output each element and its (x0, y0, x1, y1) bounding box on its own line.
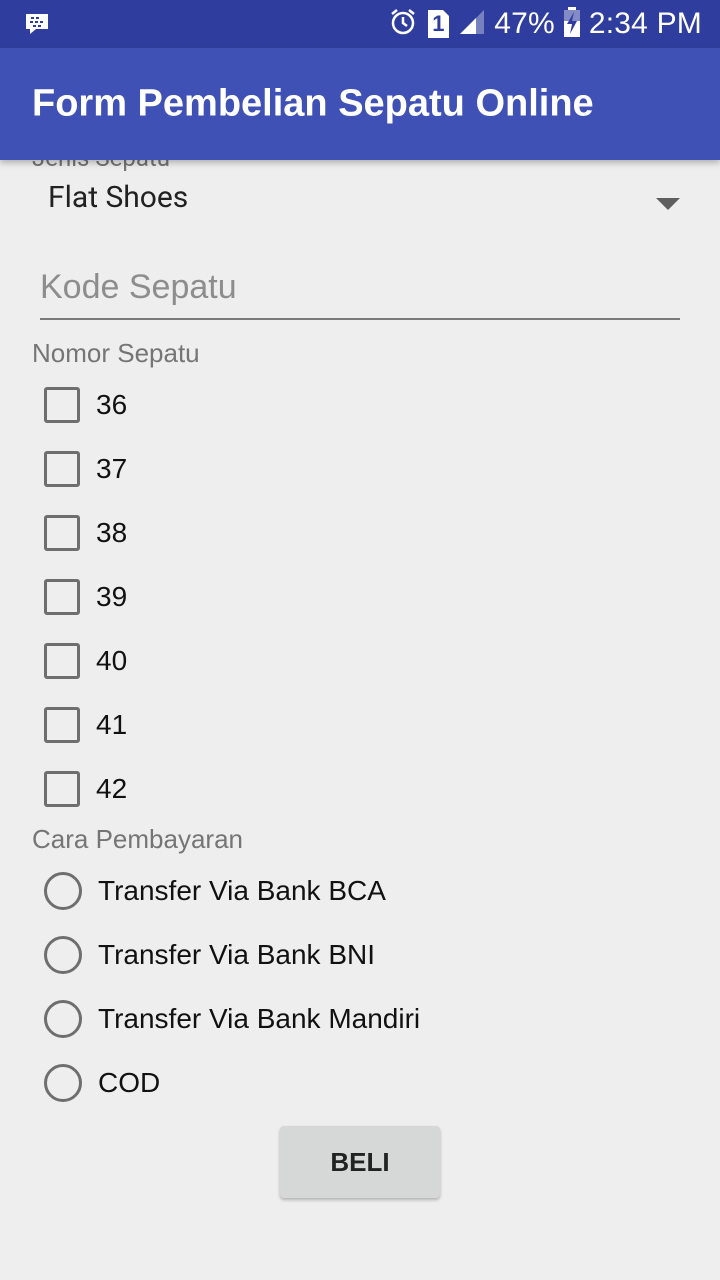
nomor-sepatu-label: Nomor Sepatu (32, 338, 200, 368)
beli-button[interactable]: BELI (280, 1126, 440, 1198)
size-checkbox-42[interactable]: 42 (44, 757, 127, 821)
sim-icon: 1 (426, 9, 450, 39)
payment-radio-bca[interactable]: Transfer Via Bank BCA (44, 859, 386, 923)
size-checkbox-40[interactable]: 40 (44, 629, 127, 693)
radio-label: Transfer Via Bank BNI (98, 939, 376, 970)
size-checkbox-36[interactable]: 36 (44, 373, 127, 437)
battery-charging-icon (563, 7, 581, 41)
app-bar: Form Pembelian Sepatu Online (0, 48, 720, 160)
size-checkbox-41[interactable]: 41 (44, 693, 127, 757)
kode-sepatu-input[interactable] (40, 256, 680, 320)
app-title: Form Pembelian Sepatu Online (32, 82, 594, 125)
checkbox-icon[interactable] (44, 579, 80, 615)
bbm-icon (24, 12, 50, 40)
battery-percent: 47% (494, 7, 555, 40)
checkbox-icon[interactable] (44, 387, 80, 423)
size-checkbox-38[interactable]: 38 (44, 501, 127, 565)
checkbox-icon[interactable] (44, 451, 80, 487)
radio-label: Transfer Via Bank Mandiri (98, 1003, 421, 1034)
checkbox-label: 38 (96, 517, 128, 548)
payment-radio-cod[interactable]: COD (44, 1051, 160, 1115)
clock: 2:34 PM (588, 7, 702, 40)
signal-icon (458, 8, 486, 40)
form-content[interactable]: Jenis Sepatu Flat Shoes Nomor Sepatu 36 … (0, 144, 720, 1280)
checkbox-icon[interactable] (44, 771, 80, 807)
payment-radio-bni[interactable]: Transfer Via Bank BNI (44, 923, 375, 987)
checkbox-label: 36 (96, 389, 128, 420)
size-checkbox-39[interactable]: 39 (44, 565, 127, 629)
jenis-sepatu-spinner[interactable]: Flat Shoes (32, 168, 688, 232)
status-bar: 1 47% 2:34 PM (0, 0, 720, 48)
radio-icon[interactable] (44, 1000, 82, 1038)
alarm-icon (388, 7, 418, 41)
checkbox-label: 37 (96, 453, 128, 484)
payment-radio-mandiri[interactable]: Transfer Via Bank Mandiri (44, 987, 420, 1051)
checkbox-label: 40 (96, 645, 128, 676)
dropdown-arrow-icon (656, 198, 680, 210)
spinner-selected-value: Flat Shoes (48, 180, 189, 215)
checkbox-icon[interactable] (44, 643, 80, 679)
checkbox-icon[interactable] (44, 707, 80, 743)
radio-label: Transfer Via Bank BCA (98, 875, 386, 906)
radio-icon[interactable] (44, 936, 82, 974)
radio-label: COD (98, 1067, 161, 1098)
cara-pembayaran-label: Cara Pembayaran (32, 824, 243, 854)
checkbox-icon[interactable] (44, 515, 80, 551)
sim-number: 1 (432, 11, 445, 36)
size-checkbox-37[interactable]: 37 (44, 437, 127, 501)
radio-icon[interactable] (44, 872, 82, 910)
checkbox-label: 42 (96, 773, 128, 804)
checkbox-label: 39 (96, 581, 128, 612)
checkbox-label: 41 (96, 709, 128, 740)
radio-icon[interactable] (44, 1064, 82, 1102)
